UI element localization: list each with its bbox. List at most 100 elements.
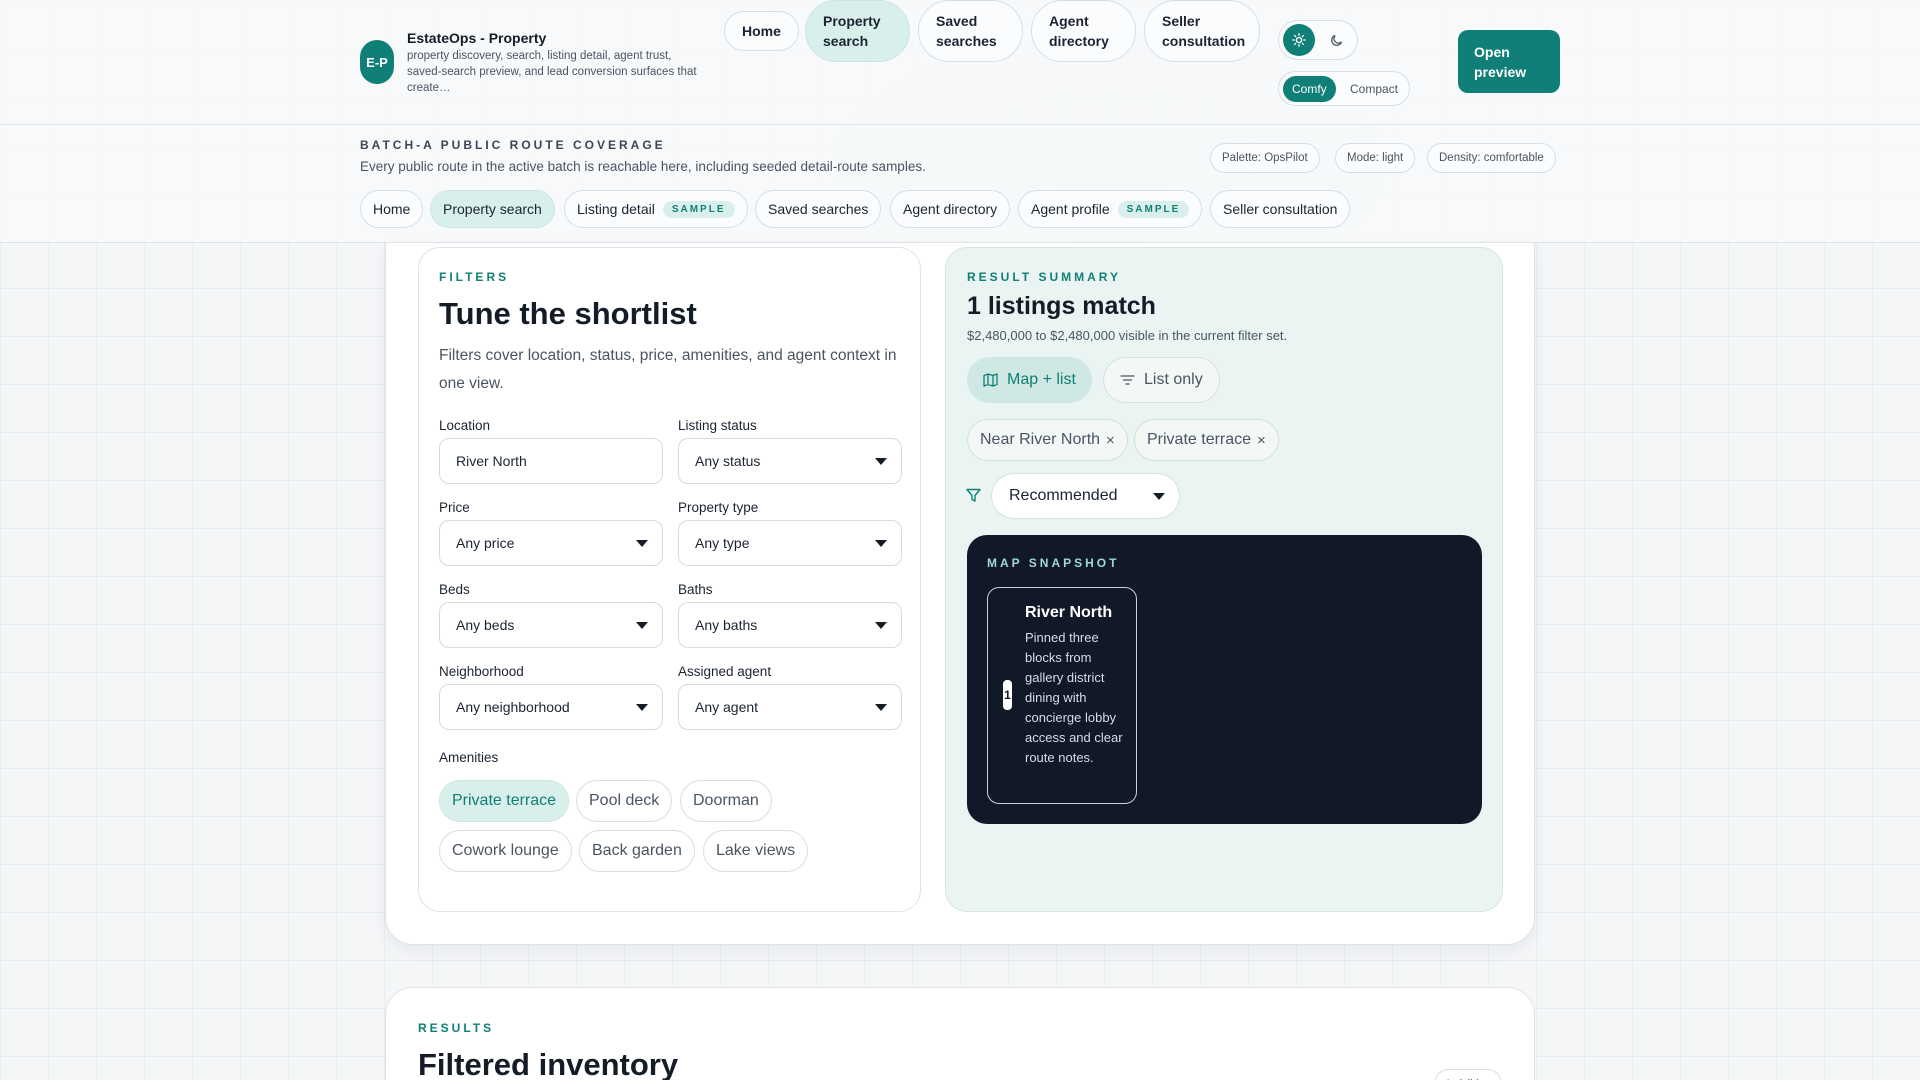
route-coverage-bar: BATCH-A PUBLIC ROUTE COVERAGE Every publ… [0,125,1920,243]
close-icon[interactable]: × [1106,432,1115,449]
close-icon[interactable]: × [1257,432,1266,449]
chevron-down-icon [875,704,887,711]
beds-label: Beds [439,582,470,597]
results-eyebrow: RESULTS [418,1021,495,1035]
status-select[interactable]: Any status [678,438,902,484]
map-icon [983,373,998,387]
brand-description: property discovery, search, listing deta… [407,50,697,94]
active-filter-chip[interactable]: Near River North × [967,419,1128,461]
route-label: Home [373,201,411,217]
density-compact[interactable]: Compact [1341,76,1407,102]
chip-label: Private terrace [1147,431,1252,448]
top-header: E-P EstateOps - Property property discov… [0,0,1920,125]
results-title: Filtered inventory [418,1047,679,1080]
chevron-down-icon [636,622,648,629]
agent-label: Assigned agent [678,664,772,679]
agent-select[interactable]: Any agent [678,684,902,730]
map-pin-card[interactable]: 1 River North Pinned three blocks from g… [987,587,1137,804]
beds-value: Any beds [456,617,515,633]
filters-eyebrow: FILTERS [439,270,510,284]
route-home[interactable]: Home [360,190,424,228]
map-snapshot: MAP SNAPSHOT 1 River North Pinned three … [967,535,1482,824]
amenity-lake-views[interactable]: Lake views [703,830,809,872]
route-seller-consultation[interactable]: Seller consultation [1210,190,1351,228]
price-label: Price [439,500,470,515]
agent-value: Any agent [695,699,759,715]
filter-lines-icon [1120,375,1135,385]
pin-title: River North [1025,604,1113,621]
location-label: Location [439,418,491,433]
amenity-cowork-lounge[interactable]: Cowork lounge [439,830,572,872]
map-list-view-button[interactable]: Map + list [967,357,1092,403]
view-label: List only [1144,371,1203,388]
chevron-down-icon [636,704,648,711]
price-select[interactable]: Any price [439,520,663,566]
results-card: RESULTS Filtered inventory 1 visible [385,987,1535,1080]
palette-badge: Palette: OpsPilot [1210,143,1320,173]
sun-icon [1292,33,1306,47]
location-field: Location River North [439,418,663,484]
baths-select[interactable]: Any baths [678,602,902,648]
sample-tag: SAMPLE [662,200,735,218]
moon-icon [1331,34,1343,46]
location-input[interactable]: River North [439,438,663,484]
density-toggle: Comfy Compact [1278,71,1410,106]
nav-home[interactable]: Home [724,11,799,51]
dark-mode-button[interactable] [1321,24,1353,56]
neighborhood-select[interactable]: Any neighborhood [439,684,663,730]
chevron-down-icon [1153,493,1165,500]
route-label: Seller consultation [1223,201,1338,217]
amenity-pool-deck[interactable]: Pool deck [576,780,673,822]
mode-badge: Mode: light [1335,143,1416,173]
sort-value: Recommended [1009,487,1118,504]
route-label: Listing detail [577,201,655,217]
route-agent-directory[interactable]: Agent directory [890,190,1011,228]
beds-select[interactable]: Any beds [439,602,663,648]
funnel-icon [966,488,981,502]
filters-description: Filters cover location, status, price, a… [439,347,897,392]
baths-label: Baths [678,582,713,597]
map-pin-marker[interactable]: 1 [1003,680,1012,710]
filters-panel: FILTERS Tune the shortlist Filters cover… [418,247,921,912]
agent-field: Assigned agent Any agent [678,664,902,730]
route-saved-searches[interactable]: Saved searches [755,190,882,228]
nav-seller-consultation[interactable]: Seller consultation [1144,0,1260,62]
neighborhood-label: Neighborhood [439,664,524,679]
status-label: Listing status [678,418,757,433]
route-property-search[interactable]: Property search [430,190,555,228]
list-only-view-button[interactable]: List only [1103,357,1220,403]
route-listing-detail[interactable]: Listing detail SAMPLE [564,190,748,228]
route-label: Agent profile [1031,201,1110,217]
density-badge: Density: comfortable [1427,143,1556,173]
nav-property-search[interactable]: Property search [805,0,910,62]
open-preview-button[interactable]: Open preview [1458,30,1560,93]
brand-logo[interactable]: E-P [360,40,394,84]
type-select[interactable]: Any type [678,520,902,566]
density-comfy[interactable]: Comfy [1283,76,1336,102]
result-summary-panel: RESULT SUMMARY 1 listings match $2,480,0… [945,247,1503,912]
baths-field: Baths Any baths [678,582,902,648]
status-field: Listing status Any status [678,418,902,484]
sort-select[interactable]: Recommended [991,473,1180,519]
beds-field: Beds Any beds [439,582,663,648]
light-mode-button[interactable] [1283,24,1315,56]
amenity-back-garden[interactable]: Back garden [579,830,695,872]
filters-title: Tune the shortlist [439,296,697,331]
amenity-doorman[interactable]: Doorman [680,780,772,822]
route-label: Property search [443,201,542,217]
results-count-badge: 1 visible [1434,1069,1502,1080]
active-filter-chip[interactable]: Private terrace × [1134,419,1279,461]
nav-saved-searches[interactable]: Saved searches [918,0,1023,62]
map-eyebrow: MAP SNAPSHOT [987,556,1120,570]
type-field: Property type Any type [678,500,902,566]
chevron-down-icon [875,622,887,629]
amenity-private-terrace[interactable]: Private terrace [439,780,570,822]
baths-value: Any baths [695,617,758,633]
price-range-text: $2,480,000 to $2,480,000 visible in the … [967,328,1288,343]
type-value: Any type [695,535,750,551]
route-label: Saved searches [768,201,869,217]
status-value: Any status [695,453,761,469]
nav-agent-directory[interactable]: Agent directory [1031,0,1136,62]
route-agent-profile[interactable]: Agent profile SAMPLE [1018,190,1203,228]
sample-tag: SAMPLE [1117,200,1190,218]
